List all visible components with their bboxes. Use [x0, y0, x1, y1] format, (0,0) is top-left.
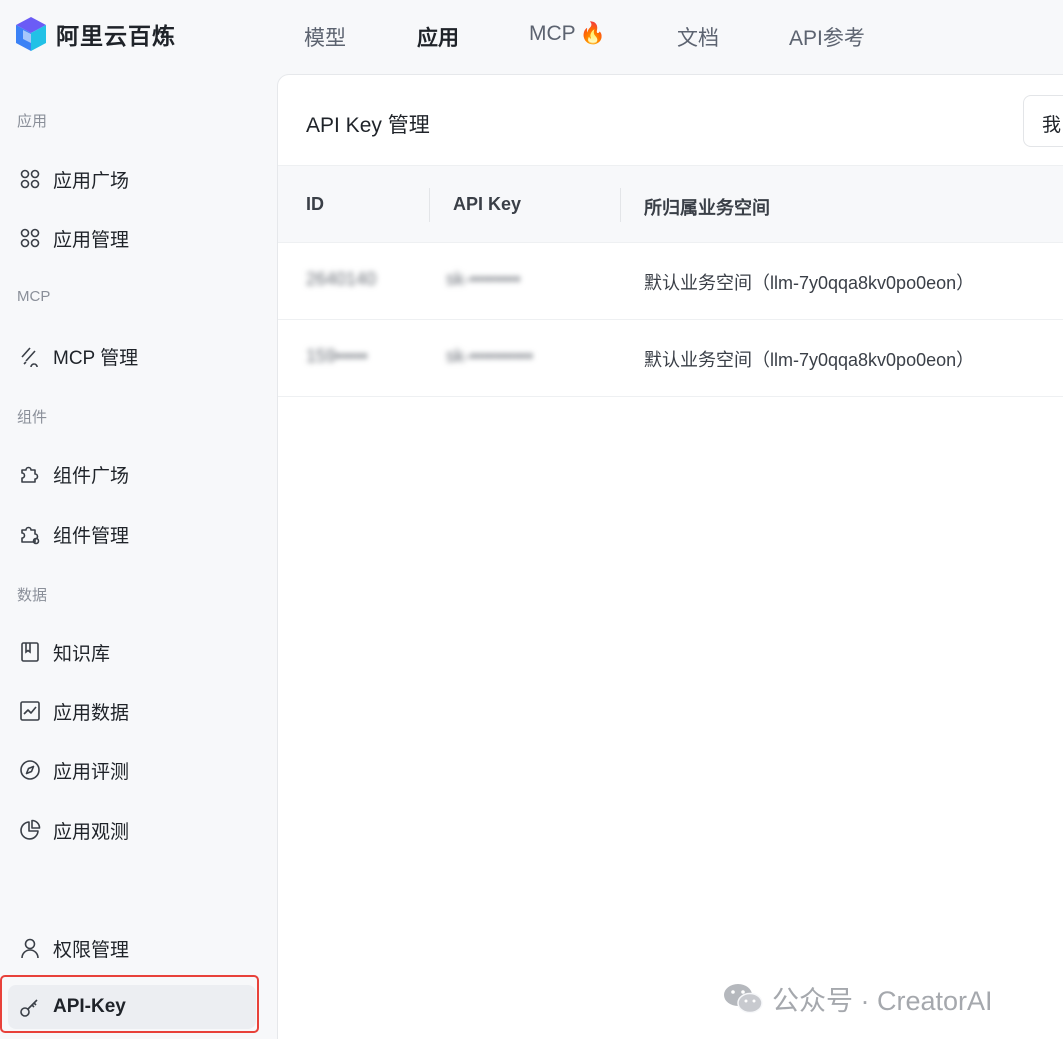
nav-models-label: 模型 [304, 27, 346, 50]
section-components: 组件 [17, 409, 48, 426]
table-header: ID API Key 所归属业务空间 [278, 165, 1063, 243]
column-divider [429, 188, 430, 222]
column-header-id: ID [306, 194, 324, 214]
section-data: 数据 [17, 587, 48, 604]
pie-icon [18, 818, 42, 842]
section-apps: 应用 [17, 113, 48, 130]
nav-mcp-label: MCP [529, 22, 576, 45]
sidebar-item-label: 组件广场 [53, 465, 130, 487]
nav-docs-label: 文档 [677, 27, 719, 50]
sidebar-item-app-plaza[interactable]: 应用广场 [8, 157, 256, 201]
fire-icon: 🔥 [579, 22, 606, 45]
sidebar-item-api-key[interactable]: API-Key [8, 985, 256, 1029]
sidebar-item-app-evaluation[interactable]: 应用评测 [8, 748, 256, 792]
compass-icon [18, 758, 42, 782]
sidebar-item-app-data[interactable]: 应用数据 [8, 689, 256, 733]
watermark: 公众号 · CreatorAI [722, 979, 993, 1018]
nav-apps-label: 应用 [417, 27, 459, 50]
nav-apps[interactable]: 应用 [417, 22, 459, 52]
cell-id: 159••••• [306, 346, 368, 366]
table-row[interactable]: 159••••• sk-•••••••••• 默认业务空间（llm-7y0qqa… [278, 320, 1063, 397]
nav-mcp[interactable]: MCP 🔥 [529, 22, 606, 46]
sidebar-item-label: 应用观测 [53, 821, 130, 843]
grid-icon [18, 226, 42, 250]
sidebar-item-label: 应用管理 [53, 229, 130, 251]
sidebar-item-label: 应用评测 [53, 761, 130, 783]
puzzle-icon [18, 462, 42, 486]
sidebar-item-component-plaza[interactable]: 组件广场 [8, 452, 256, 496]
sidebar-item-app-observation[interactable]: 应用观测 [8, 808, 256, 852]
sidebar: 应用 应用广场 应用管理 MCP MCP 管理 组件 组件广场 组件管理 数据 [0, 72, 276, 1039]
table-row[interactable]: 2640140 sk-•••••••• 默认业务空间（llm-7y0qqa8kv… [278, 243, 1063, 320]
sidebar-item-label: MCP 管理 [53, 347, 139, 369]
cell-api-key[interactable]: sk-•••••••••• [446, 346, 533, 367]
cell-workspace: 默认业务空间（llm-7y0qqa8kv0po0eon） [644, 350, 975, 370]
nav-api-reference[interactable]: API参考 [789, 22, 865, 52]
brand-logo-icon [16, 17, 46, 51]
watermark-text: 公众号 · CreatorAI [772, 986, 993, 1016]
cell-workspace: 默认业务空间（llm-7y0qqa8kv0po0eon） [644, 273, 975, 293]
cell-api-key[interactable]: sk-•••••••• [446, 269, 520, 290]
column-header-workspace: 所归属业务空间 [644, 198, 770, 218]
nav-docs[interactable]: 文档 [677, 22, 719, 52]
puzzle-gear-icon [18, 522, 42, 546]
workspace-selector[interactable]: 我 [1023, 95, 1063, 147]
sidebar-item-component-management[interactable]: 组件管理 [8, 512, 256, 556]
sidebar-item-permission-management[interactable]: 权限管理 [8, 926, 256, 970]
sidebar-item-mcp-management[interactable]: MCP 管理 [8, 334, 256, 378]
sidebar-item-label: 知识库 [53, 643, 111, 665]
sidebar-item-knowledge-base[interactable]: 知识库 [8, 630, 256, 674]
main-panel: API Key 管理 我 ID API Key 所归属业务空间 2640140 … [277, 74, 1063, 1039]
brand-name: 阿里云百炼 [56, 23, 176, 49]
column-header-api-key: API Key [453, 194, 522, 214]
nav-api-reference-label: API参考 [789, 27, 865, 50]
wechat-icon [724, 983, 763, 1013]
top-nav: 阿里云百炼 模型 应用 MCP 🔥 文档 API参考 [0, 0, 1063, 72]
book-icon [18, 640, 42, 664]
sidebar-item-label: 组件管理 [53, 525, 130, 547]
brand-logo[interactable]: 阿里云百炼 [14, 16, 176, 52]
section-mcp: MCP [17, 288, 51, 305]
grid-icon [18, 167, 42, 191]
page-title: API Key 管理 [306, 114, 430, 137]
api-key-table: ID API Key 所归属业务空间 2640140 sk-•••••••• 默… [278, 165, 1063, 397]
sidebar-item-label: 应用数据 [53, 702, 130, 724]
cell-id: 2640140 [306, 269, 377, 289]
nav-models[interactable]: 模型 [304, 22, 346, 52]
key-icon [18, 995, 42, 1019]
sidebar-item-label: 权限管理 [53, 939, 130, 961]
mcp-icon [18, 344, 42, 368]
sidebar-item-label: 应用广场 [53, 170, 130, 192]
sidebar-item-label: API-Key [53, 996, 126, 1017]
user-icon [18, 936, 42, 960]
column-divider [620, 188, 621, 222]
sidebar-item-app-management[interactable]: 应用管理 [8, 216, 256, 260]
chart-icon [18, 699, 42, 723]
